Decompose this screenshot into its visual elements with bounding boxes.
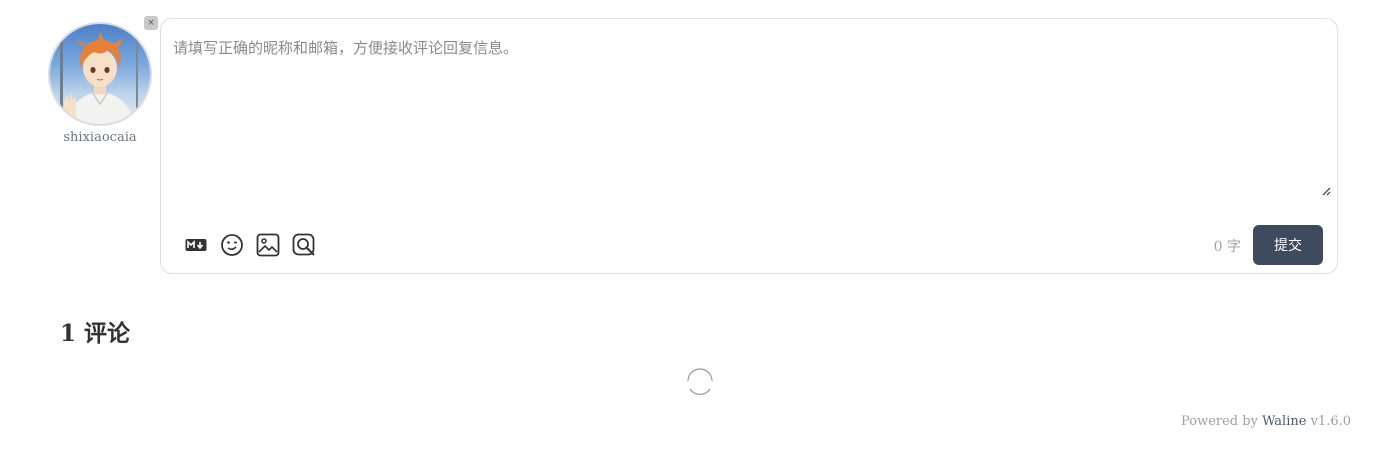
comment-count-label: 评论 [84, 320, 131, 347]
powered-by-text: Powered by [1181, 414, 1258, 429]
emoji-icon[interactable] [219, 232, 245, 258]
waline-comment-panel: shixiaocaia × 请填写正确的昵称和邮箱，方便接收评论回复信息。 0 … [0, 0, 1395, 464]
user-info: shixiaocaia [48, 22, 152, 145]
preview-icon[interactable] [291, 232, 317, 258]
waline-link[interactable]: Waline [1262, 414, 1306, 429]
comment-count: 1 [60, 320, 77, 347]
avatar [48, 22, 152, 126]
word-count-value: 0 [1213, 239, 1223, 255]
word-count-unit: 字 [1227, 239, 1241, 255]
markdown-icon[interactable] [183, 232, 209, 258]
comment-count-title: 1 评论 [60, 314, 130, 348]
comment-input[interactable] [173, 37, 1329, 209]
comment-editor: 0 字 提交 [160, 18, 1338, 274]
editor-toolbar [183, 231, 317, 259]
username: shixiaocaia [63, 130, 137, 145]
footer: Powered by Waline v1.6.0 [1181, 414, 1351, 429]
version-text: v1.6.0 [1310, 414, 1351, 429]
word-count: 0 字 [1214, 236, 1241, 256]
logout-button[interactable]: × [144, 16, 158, 30]
resize-handle-icon[interactable] [1321, 181, 1331, 196]
submit-button[interactable]: 提交 [1253, 225, 1323, 265]
image-icon[interactable] [255, 232, 281, 258]
avatar-illustration [60, 24, 138, 124]
loading-spinner-icon [684, 367, 716, 403]
